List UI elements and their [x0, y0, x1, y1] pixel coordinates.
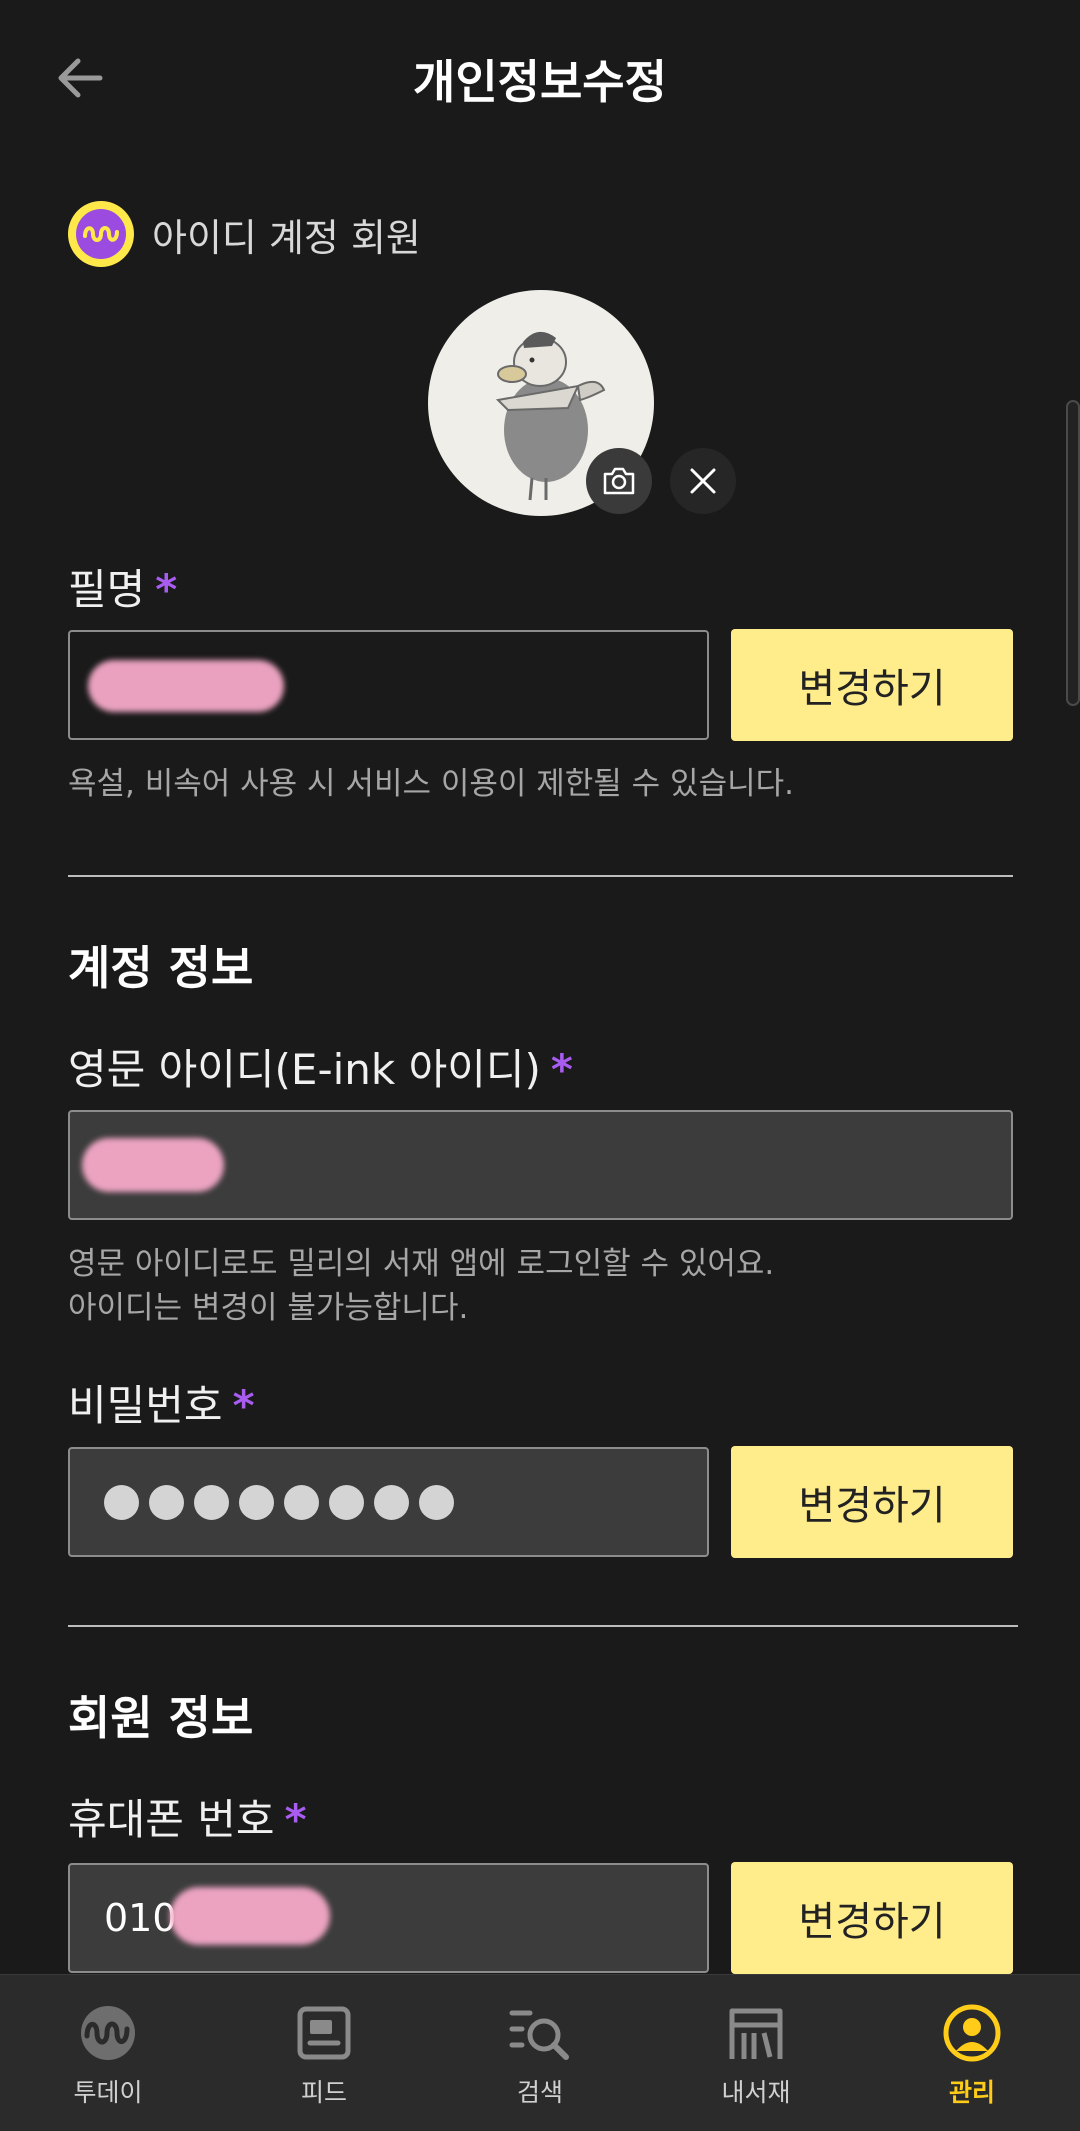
english-id-help-line2: 아이디는 변경이 불가능합니다.	[68, 1290, 469, 1326]
english-id-help-text: 영문 아이디로도 밀리의 서재 앱에 로그인할 수 있어요. 아이디는 변경이 …	[68, 1242, 774, 1330]
nav-item-today[interactable]: 투데이	[0, 1975, 216, 2131]
phone-label-text: 휴대폰 번호	[68, 1795, 275, 1844]
pen-name-help-text: 욕설, 비속어 사용 시 서비스 이용이 제한될 수 있습니다.	[68, 766, 794, 802]
profile-icon	[943, 2004, 1001, 2062]
close-icon	[690, 468, 716, 494]
redacted-value	[170, 1887, 330, 1945]
phone-value-prefix: 010	[104, 1896, 177, 1940]
password-dot	[239, 1484, 274, 1520]
bottom-nav: 투데이 피드 검색 내서재 관리	[0, 1974, 1080, 2131]
password-dot	[374, 1484, 409, 1520]
english-id-field	[68, 1110, 1013, 1220]
phone-label: 휴대폰 번호 *	[68, 1786, 307, 1847]
millie-logo-icon	[68, 201, 134, 267]
password-field	[68, 1447, 709, 1557]
phone-field: 010	[68, 1863, 709, 1973]
nav-label: 투데이	[73, 2078, 143, 2107]
required-mark: *	[284, 1795, 307, 1844]
page-title: 개인정보수정	[413, 55, 667, 109]
bookshelf-icon	[729, 2008, 783, 2059]
remove-photo-button[interactable]	[670, 448, 736, 514]
nav-label: 검색	[516, 2078, 563, 2107]
english-id-label: 영문 아이디(E-ink 아이디) *	[68, 1036, 573, 1097]
change-photo-button[interactable]	[586, 448, 652, 514]
redacted-value	[88, 660, 284, 712]
nav-item-library[interactable]: 내서재	[648, 1975, 864, 2131]
password-label-text: 비밀번호	[68, 1381, 223, 1430]
english-id-label-text: 영문 아이디(E-ink 아이디)	[68, 1045, 541, 1094]
password-dot	[194, 1484, 229, 1520]
change-pen-name-button[interactable]: 변경하기	[731, 629, 1013, 741]
account-type-row: 아이디 계정 회원	[68, 200, 421, 268]
pen-name-label-text: 필명	[68, 565, 146, 614]
password-mask	[104, 1484, 454, 1520]
change-phone-button[interactable]: 변경하기	[731, 1862, 1013, 1974]
required-mark: *	[550, 1045, 573, 1094]
required-mark: *	[232, 1381, 255, 1430]
scrollbar[interactable]	[1066, 400, 1080, 706]
password-dot	[104, 1484, 139, 1520]
header: 개인정보수정	[0, 0, 1080, 150]
pen-name-label: 필명 *	[68, 556, 177, 617]
nav-label: 피드	[300, 2078, 347, 2107]
nav-item-search[interactable]: 검색	[432, 1975, 648, 2131]
section-divider	[68, 875, 1013, 877]
pen-name-input[interactable]	[68, 630, 709, 740]
change-password-button[interactable]: 변경하기	[731, 1446, 1013, 1558]
password-dot	[329, 1484, 364, 1520]
nav-item-feed[interactable]: 피드	[216, 1975, 432, 2131]
required-mark: *	[155, 565, 178, 614]
search-icon	[509, 2010, 569, 2060]
password-label: 비밀번호 *	[68, 1372, 255, 1433]
password-dot	[419, 1484, 454, 1520]
member-info-title: 회원 정보	[68, 1691, 254, 1745]
today-wave-icon	[81, 2006, 135, 2060]
password-dot	[149, 1484, 184, 1520]
english-id-help-line1: 영문 아이디로도 밀리의 서재 앱에 로그인할 수 있어요.	[68, 1246, 775, 1282]
feed-icon	[297, 2006, 351, 2060]
camera-icon	[603, 467, 635, 495]
section-divider	[68, 1625, 1018, 1627]
account-type-label: 아이디 계정 회원	[152, 215, 421, 260]
redacted-value	[82, 1138, 224, 1192]
nav-item-manage[interactable]: 관리	[864, 1975, 1080, 2131]
nav-label: 관리	[948, 2078, 995, 2107]
password-dot	[284, 1484, 319, 1520]
nav-label: 내서재	[721, 2078, 791, 2107]
account-info-title: 계정 정보	[68, 941, 254, 995]
